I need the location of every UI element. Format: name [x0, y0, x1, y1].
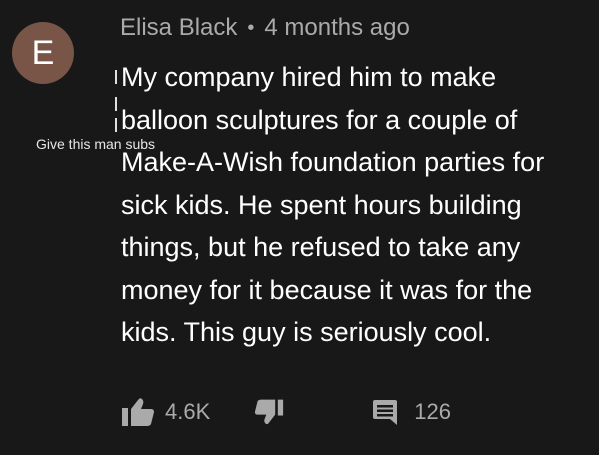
comment-actions: 4.6K 126: [121, 392, 451, 432]
text-cursor-mark: [115, 70, 117, 84]
author-name[interactable]: Elisa Black: [120, 14, 237, 42]
overlay-caption: Give this man subs: [36, 136, 156, 152]
thumbs-down-icon: [254, 397, 284, 427]
comment-line: things, but he refused to take any: [121, 232, 521, 262]
separator-dot: •: [247, 16, 255, 39]
comment-line: kids. This guy is seriously cool.: [121, 317, 492, 347]
timestamp[interactable]: 4 months ago: [264, 14, 409, 42]
comment-line: sick kids. He spent hours building: [121, 189, 522, 220]
dislike-button[interactable]: [254, 397, 284, 427]
comment-header: Elisa Black • 4 months ago: [120, 12, 410, 44]
thumbs-up-icon: [121, 397, 155, 427]
comment-text: My company hired him to make balloon scu…: [121, 56, 599, 354]
avatar[interactable]: E: [12, 22, 74, 84]
comment-line: Make-A-Wish foundation parties for: [121, 147, 545, 177]
comment-line: balloon sculptures for a couple of: [121, 104, 518, 135]
like-button[interactable]: 4.6K: [121, 397, 210, 427]
text-cursor-mark: [115, 118, 117, 132]
reply-count: 126: [414, 399, 451, 424]
comment-thread: E Elisa Black • 4 months ago My company …: [0, 0, 599, 455]
text-cursor-mark: [115, 97, 117, 111]
reply-button[interactable]: 126: [372, 399, 451, 425]
like-count: 4.6K: [165, 399, 211, 424]
comment-line: My company hired him to make: [121, 62, 497, 92]
comment-line: money for it because it was for the: [121, 274, 533, 305]
comment-icon: [372, 399, 398, 425]
